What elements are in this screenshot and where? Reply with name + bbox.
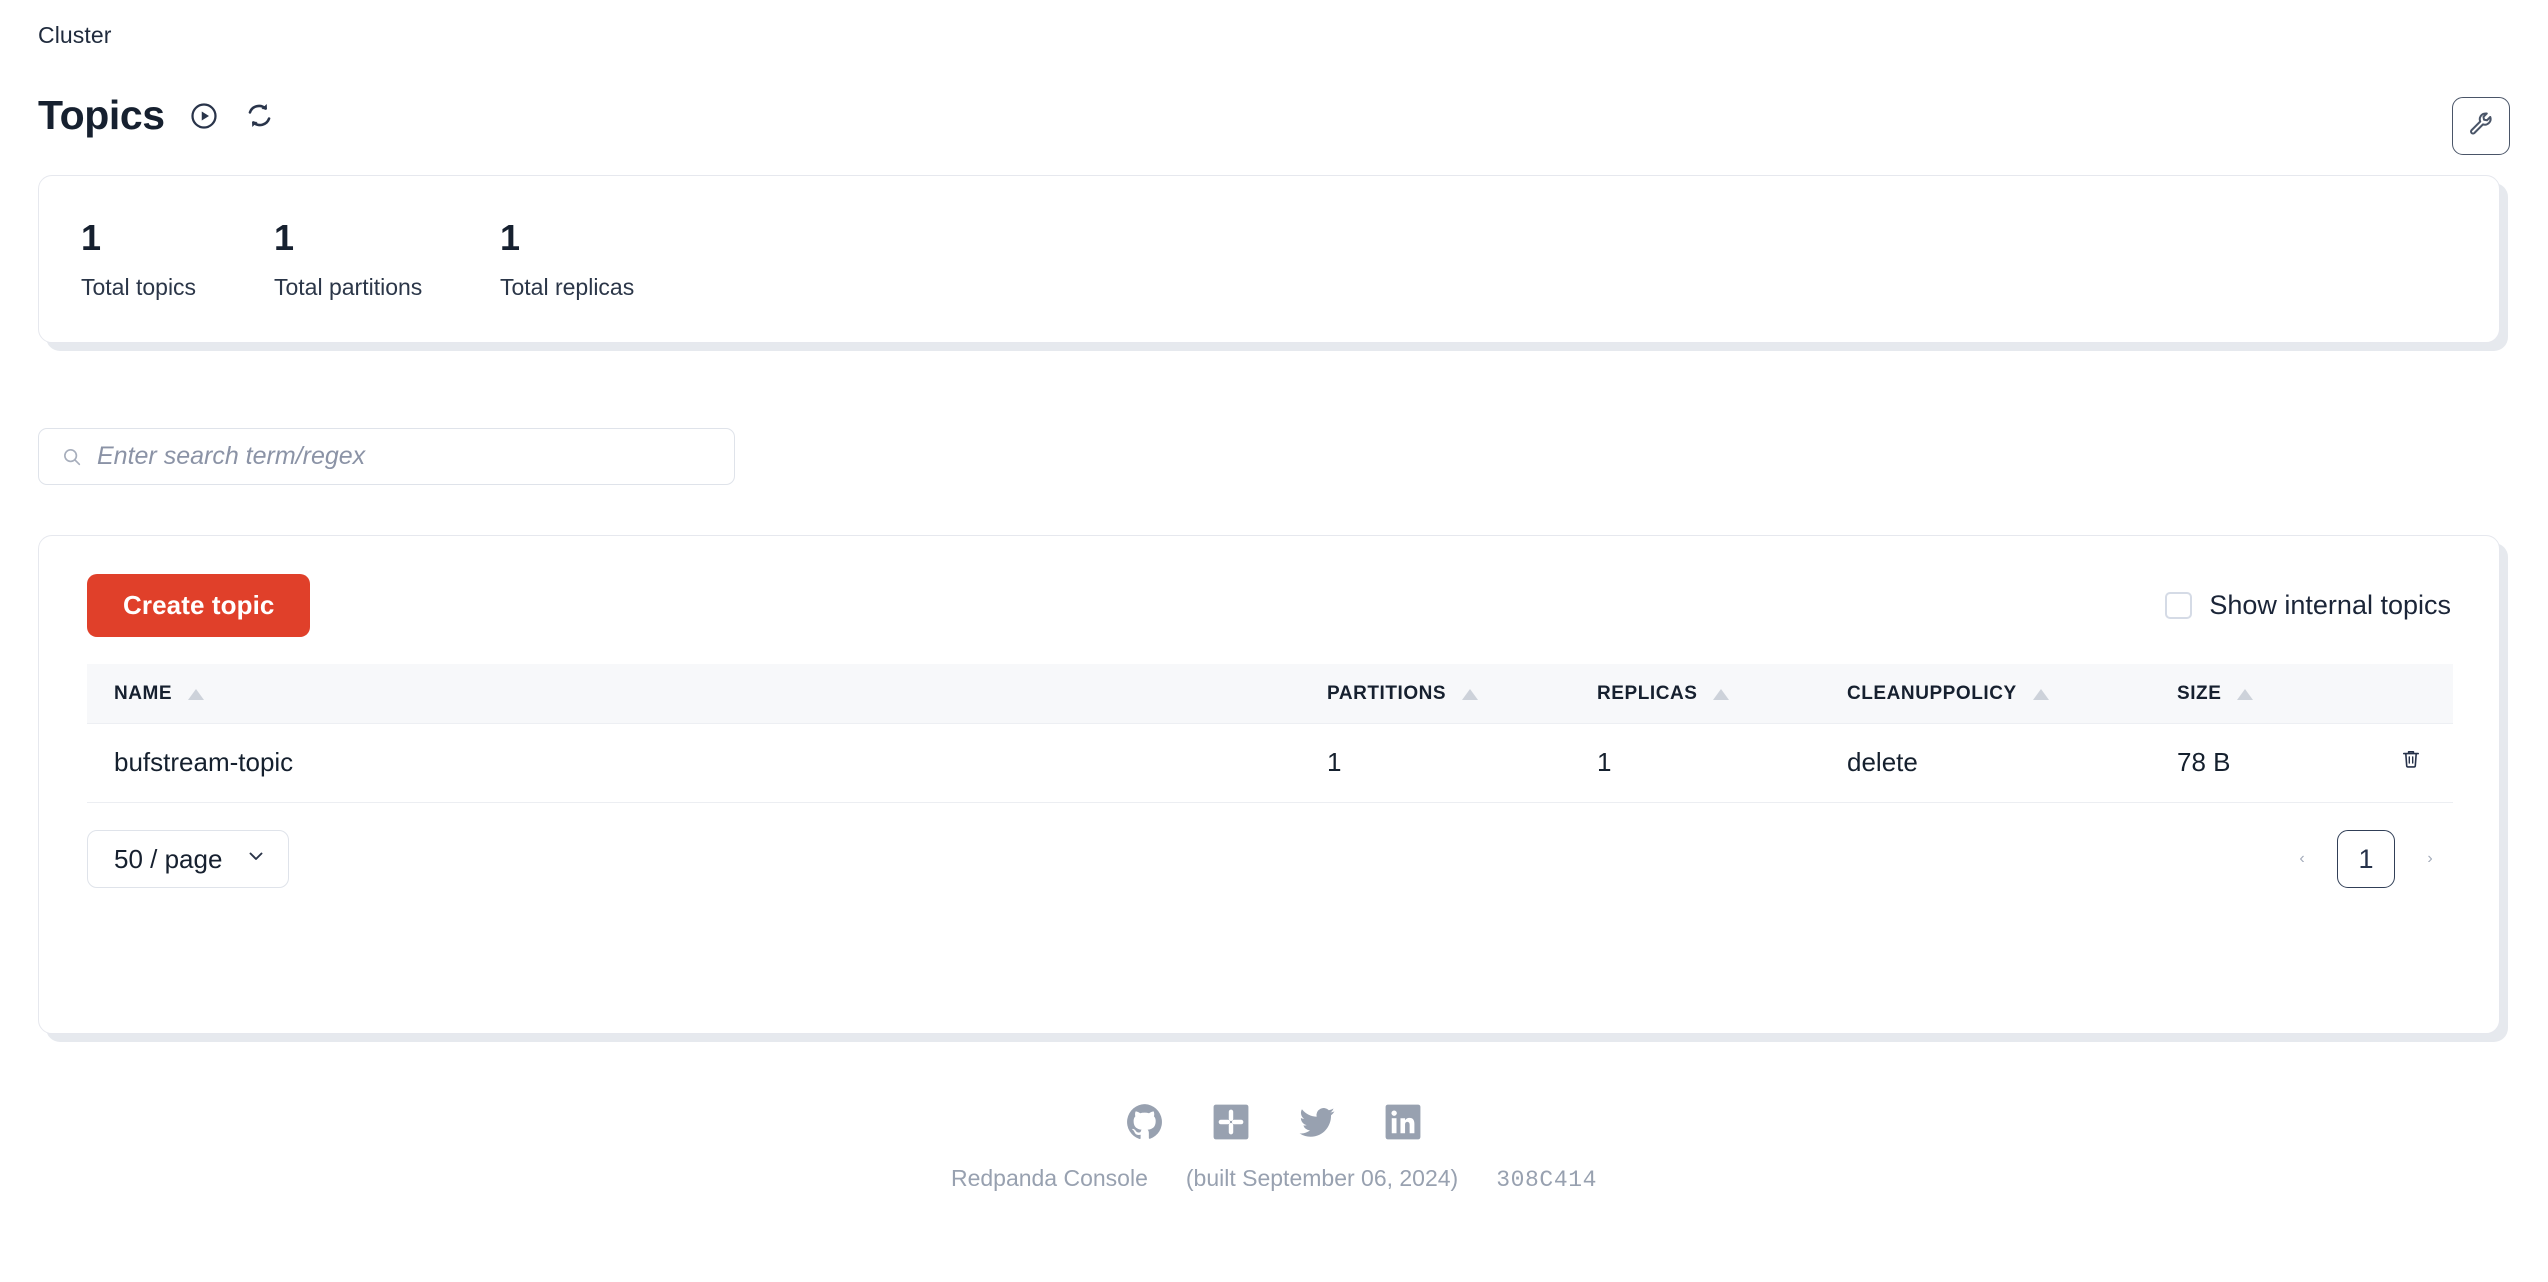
cell-topic-name[interactable]: bufstream-topic xyxy=(87,723,1327,803)
refresh-icon[interactable] xyxy=(243,99,277,133)
sort-ascending-icon[interactable] xyxy=(1462,688,1479,700)
footer-product-name: Redpanda Console xyxy=(950,1165,1148,1191)
stat-label: Total partitions xyxy=(274,273,423,300)
wrench-icon-button[interactable] xyxy=(2452,97,2510,155)
column-label: REPLICAS xyxy=(1597,683,1698,704)
stat-label: Total topics xyxy=(81,273,197,300)
table-row[interactable]: bufstream-topic 1 1 delete 78 B xyxy=(87,723,2453,803)
column-label: NAME xyxy=(114,683,173,704)
column-header-partitions[interactable]: PARTITIONS xyxy=(1327,664,1597,724)
show-internal-topics-label: Show internal topics xyxy=(2209,589,2451,620)
table-toolbar: Create topic Show internal topics xyxy=(87,572,2451,638)
search-box[interactable] xyxy=(38,428,735,485)
sort-ascending-icon[interactable] xyxy=(2032,688,2049,700)
linkedin-icon[interactable] xyxy=(1381,1100,1425,1144)
next-page-button[interactable]: › xyxy=(2409,838,2451,880)
stats-list: 1 Total topics 1 Total partitions 1 Tota… xyxy=(39,176,2499,301)
topics-table-card: Create topic Show internal topics NAME P… xyxy=(38,535,2500,1034)
stat-total-replicas: 1 Total replicas xyxy=(500,219,634,301)
page-navigation: ‹ 1 › xyxy=(2281,830,2451,888)
sort-ascending-icon[interactable] xyxy=(2237,688,2254,700)
topics-page: Cluster Topics 1 Total topics 1 Total pa… xyxy=(0,0,2548,1282)
search-icon xyxy=(61,446,83,468)
stat-value: 1 xyxy=(81,217,101,258)
show-internal-topics-checkbox[interactable]: Show internal topics xyxy=(2165,590,2451,621)
column-header-actions xyxy=(2377,664,2453,724)
stat-label: Total replicas xyxy=(500,273,635,300)
breadcrumb[interactable]: Cluster xyxy=(38,22,112,49)
delete-topic-button[interactable] xyxy=(2399,747,2423,774)
footer-commit-hash: 308C414 xyxy=(1496,1167,1598,1193)
topics-table: NAME PARTITIONS REPLICAS CLEANUPPOLICY S… xyxy=(87,664,2453,803)
column-label: SIZE xyxy=(2177,683,2222,704)
cell-partitions: 1 xyxy=(1327,723,1597,803)
column-label: PARTITIONS xyxy=(1327,683,1447,704)
stats-card: 1 Total topics 1 Total partitions 1 Tota… xyxy=(38,175,2500,343)
sort-ascending-icon[interactable] xyxy=(188,688,205,700)
stat-total-partitions: 1 Total partitions xyxy=(274,219,442,301)
column-header-cleanuppolicy[interactable]: CLEANUPPOLICY xyxy=(1847,664,2177,724)
cell-replicas: 1 xyxy=(1597,723,1847,803)
footer-text: Redpanda Console (built September 06, 20… xyxy=(951,1165,1597,1193)
footer-build-date: (built September 06, 2024) xyxy=(1185,1165,1459,1191)
stat-value: 1 xyxy=(500,217,520,258)
page-number-1[interactable]: 1 xyxy=(2337,830,2395,888)
github-icon[interactable] xyxy=(1123,1100,1167,1144)
checkbox-box[interactable] xyxy=(2165,591,2193,619)
column-label: CLEANUPPOLICY xyxy=(1847,683,2017,704)
stat-value: 1 xyxy=(274,217,294,258)
prev-page-button[interactable]: ‹ xyxy=(2281,838,2323,880)
page-title: Topics xyxy=(38,92,165,138)
table-header-row: NAME PARTITIONS REPLICAS CLEANUPPOLICY S… xyxy=(87,664,2453,724)
cell-size: 78 B xyxy=(2177,723,2377,803)
social-links xyxy=(1123,1100,1425,1144)
chevron-down-icon xyxy=(244,844,268,875)
sort-ascending-icon[interactable] xyxy=(1713,688,1730,700)
column-header-replicas[interactable]: REPLICAS xyxy=(1597,664,1847,724)
cell-cleanuppolicy: delete xyxy=(1847,723,2177,803)
create-topic-button[interactable]: Create topic xyxy=(87,573,311,637)
stat-total-topics: 1 Total topics xyxy=(81,219,216,301)
column-header-name[interactable]: NAME xyxy=(87,664,1327,724)
column-header-size[interactable]: SIZE xyxy=(2177,664,2377,724)
footer: Redpanda Console (built September 06, 20… xyxy=(0,1100,2548,1193)
page-size-select[interactable]: 50 / page xyxy=(87,830,290,888)
play-circle-icon[interactable] xyxy=(187,99,221,133)
cell-actions xyxy=(2377,723,2453,803)
page-header: Topics xyxy=(38,95,277,136)
trash-icon xyxy=(2399,747,2423,774)
slack-icon[interactable] xyxy=(1209,1100,1253,1144)
pagination: 50 / page ‹ 1 › xyxy=(87,803,2451,888)
search-input[interactable] xyxy=(97,442,720,471)
wrench-icon xyxy=(2466,109,2496,144)
twitter-icon[interactable] xyxy=(1295,1100,1339,1144)
page-size-value: 50 / page xyxy=(114,843,223,874)
